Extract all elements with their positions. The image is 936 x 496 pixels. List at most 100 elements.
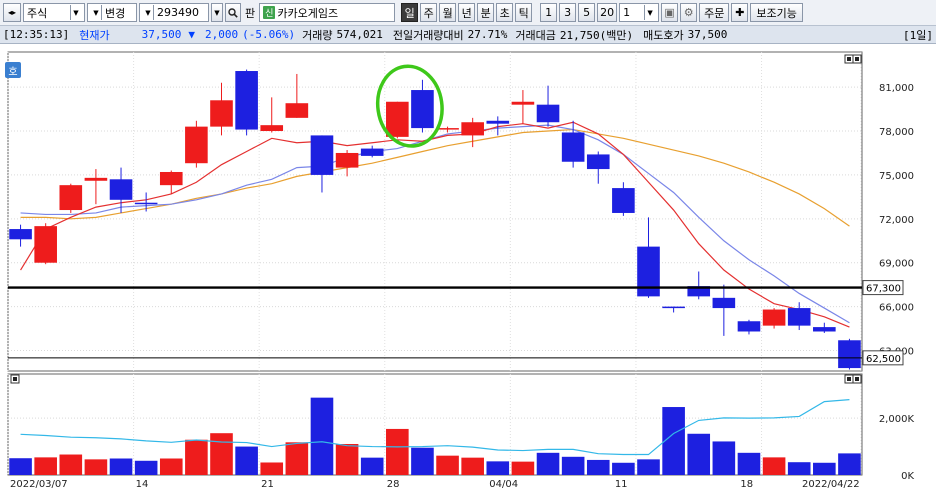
period-day-button[interactable]: 일: [401, 3, 419, 22]
volume-bar: [134, 460, 158, 475]
gear-icon[interactable]: ⚙: [680, 3, 698, 22]
price-tick-label: 72,000: [879, 215, 914, 226]
volume-panel-minimize-icon-inner: [847, 377, 851, 381]
search-icon[interactable]: [225, 3, 241, 22]
candle-body: [134, 202, 158, 205]
price-change-percent: (-5.06%): [242, 28, 296, 41]
candle-body: [637, 246, 660, 297]
stock-name-field[interactable]: 신 카카오게임즈: [259, 3, 396, 22]
down-arrow-icon: ▼: [188, 28, 195, 41]
plus-icon[interactable]: ✚: [731, 3, 749, 22]
candle-body: [210, 100, 233, 127]
volume-bar: [612, 462, 635, 475]
period-month-button[interactable]: 월: [439, 3, 457, 22]
stock-code-input[interactable]: ▼ 293490: [139, 3, 209, 22]
candle-body: [561, 132, 585, 162]
volume-bar: [386, 428, 409, 475]
aux-function-button[interactable]: 보조기능: [750, 3, 803, 22]
volume-bar: [159, 458, 183, 475]
volume-bar: [59, 454, 83, 475]
date-tick-label: 18: [740, 479, 753, 490]
candle: [34, 223, 57, 265]
code-dropdown-button[interactable]: ▼: [211, 3, 223, 22]
chevron-down-icon: ▼: [143, 5, 154, 20]
save-icon[interactable]: ▣: [661, 3, 679, 22]
market-select[interactable]: 주식 ▼: [23, 3, 85, 22]
date-tick-label: 2022/04/22: [802, 479, 860, 490]
new-badge: 신: [263, 6, 276, 19]
nav-arrows-button[interactable]: ◂▸: [3, 3, 21, 22]
period-week-button[interactable]: 주: [420, 3, 438, 22]
count-select-value: 1: [623, 6, 631, 19]
minute-1-button[interactable]: 1: [540, 3, 558, 22]
volume-bar: [235, 446, 258, 475]
volume-bar: [486, 461, 510, 475]
period-tag: [1일]: [903, 28, 933, 42]
pan-label: 판: [245, 6, 256, 20]
volume-bar: [536, 452, 560, 475]
count-select[interactable]: 1 ▼: [619, 3, 660, 22]
candle-body: [838, 340, 861, 369]
candle-body: [411, 90, 434, 129]
price-change: 2,000: [204, 28, 239, 41]
amount-value: 21,750(백만): [559, 28, 634, 42]
volume-bar: [787, 462, 811, 475]
candle: [762, 308, 786, 329]
quote-time: [12:35:13]: [3, 28, 70, 41]
candle-body: [436, 128, 459, 130]
volume-bar: [109, 458, 133, 475]
volume-bar: [310, 397, 334, 475]
candle-body: [109, 179, 133, 200]
price-chart[interactable]: 81,00078,00075,00072,00069,00066,00063,0…: [0, 44, 936, 496]
price-tick-label: 81,000: [879, 83, 914, 94]
candle-body: [285, 103, 309, 118]
period-minute-button[interactable]: 분: [477, 3, 495, 22]
chart-window: ◂▸ 주식 ▼ ▼ 변경 ▼ 293490 ▼ 판 신 카카오게임즈 일 주 월 년 분…: [0, 0, 936, 496]
candle-body: [712, 297, 736, 309]
market-select-value: 주식: [27, 6, 48, 20]
candle-body: [335, 152, 359, 168]
volume-bar: [360, 457, 384, 475]
amount-label: 거래대금: [515, 28, 556, 42]
volume-bar: [260, 462, 284, 475]
chevron-down-icon: ▼: [70, 5, 81, 20]
candle: [185, 120, 208, 168]
candle-body: [813, 327, 836, 332]
period-second-button[interactable]: 초: [496, 3, 514, 22]
date-tick-label: 14: [136, 479, 149, 490]
period-year-button[interactable]: 년: [458, 3, 476, 22]
ho-icon[interactable]: 호: [5, 62, 21, 78]
order-button[interactable]: 주문: [699, 3, 730, 22]
date-tick-label: 28: [387, 479, 400, 490]
candle-body: [511, 101, 535, 105]
ask-label: 매도호가: [643, 28, 684, 42]
minute-5-button[interactable]: 5: [578, 3, 596, 22]
minute-20-button[interactable]: 20: [597, 3, 618, 22]
minute-3-button[interactable]: 3: [559, 3, 577, 22]
candle-body: [461, 122, 484, 136]
chevron-down-icon: ▼: [644, 5, 655, 20]
mode-select-value: 변경: [105, 6, 126, 20]
candle: [838, 338, 861, 370]
price-tick-label: 66,000: [879, 303, 914, 314]
mode-select[interactable]: ▼ 변경: [87, 3, 137, 22]
volume-tick-label: 2,000K: [879, 414, 915, 425]
volume-bar: [838, 453, 861, 475]
candle-body: [235, 71, 258, 130]
current-price-label: 현재가: [79, 28, 110, 42]
period-tick-button[interactable]: 틱: [515, 3, 533, 22]
stock-code-value: 293490: [157, 6, 199, 19]
price-tick-label: 78,000: [879, 127, 914, 138]
date-tick-label: 04/04: [489, 479, 518, 490]
candle-body: [185, 126, 208, 164]
candle-body: [536, 104, 560, 123]
candle-body: [612, 188, 635, 213]
candle-body: [662, 306, 685, 309]
ask-value: 37,500: [687, 28, 728, 41]
candle-body: [486, 120, 510, 124]
candle-body: [586, 154, 610, 170]
candle: [235, 69, 258, 136]
prev-volume-ratio: 27.71%: [467, 28, 508, 41]
candle-body: [360, 148, 384, 156]
candle-body: [34, 226, 57, 263]
